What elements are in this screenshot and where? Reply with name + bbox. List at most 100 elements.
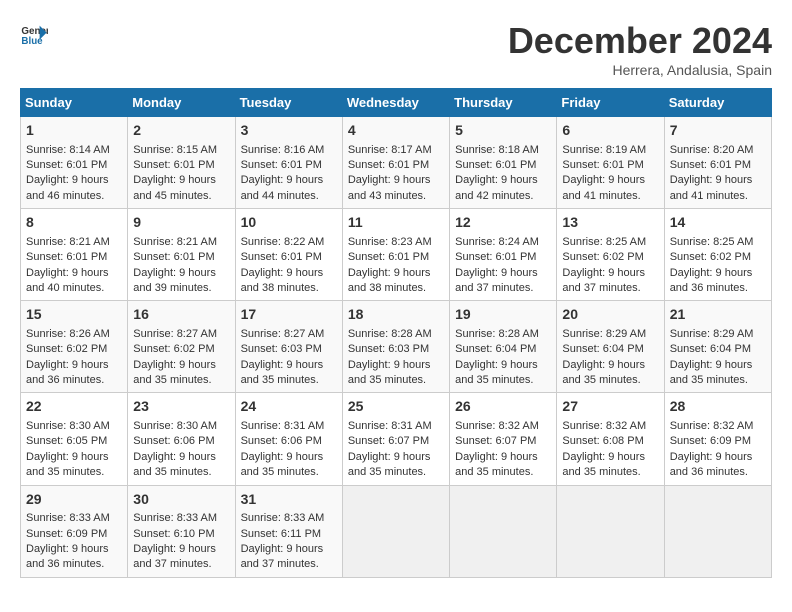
day-number: 18 (348, 305, 444, 325)
day-number: 17 (241, 305, 337, 325)
daylight-text: Daylight: 9 hours and 46 minutes. (26, 174, 109, 201)
daylight-text: Daylight: 9 hours and 38 minutes. (241, 267, 324, 294)
calendar-cell: 20 Sunrise: 8:29 AM Sunset: 6:04 PM Dayligh… (557, 301, 664, 393)
calendar-cell: 25Sunrise: 8:31 AMSunset: 6:07 PMDayligh… (342, 393, 449, 485)
daylight-text: Daylight: 9 hours and 35 minutes. (241, 359, 324, 386)
sunset-text: Sunset: 6:03 PM (241, 343, 322, 355)
page-subtitle: Herrera, Andalusia, Spain (508, 62, 772, 78)
daylight-text: Daylight: 9 hours and 37 minutes. (241, 543, 324, 570)
daylight-text: Daylight: 9 hours and 36 minutes. (670, 267, 753, 294)
day-number: 13 (562, 213, 658, 233)
day-number: 19 (455, 305, 551, 325)
sunrise-text: Sunrise: 8:22 AM (241, 236, 325, 248)
daylight-text: Daylight: 9 hours and 36 minutes. (670, 451, 753, 478)
sunrise-text: Sunrise: 8:14 AM (26, 144, 110, 156)
sunrise-text: Sunrise: 8:33 AM (133, 512, 217, 524)
calendar-week-row: 29Sunrise: 8:33 AMSunset: 6:09 PMDayligh… (21, 485, 772, 577)
calendar-cell: 2Sunrise: 8:15 AMSunset: 6:01 PMDaylight… (128, 117, 235, 209)
calendar-week-row: 1Sunrise: 8:14 AMSunset: 6:01 PMDaylight… (21, 117, 772, 209)
daylight-text: Daylight: 9 hours and 45 minutes. (133, 174, 216, 201)
sunrise-text: Sunrise: 8:27 AM (133, 328, 217, 340)
daylight-text: Daylight: 9 hours and 35 minutes. (241, 451, 324, 478)
day-number: 29 (26, 490, 122, 510)
sunrise-text: Sunrise: 8:28 AM (348, 328, 432, 340)
sunrise-text: Sunrise: 8:16 AM (241, 144, 325, 156)
day-number: 22 (26, 397, 122, 417)
daylight-text: Daylight: 9 hours and 36 minutes. (26, 543, 109, 570)
daylight-text: Daylight: 9 hours and 35 minutes. (133, 451, 216, 478)
day-number: 21 (670, 305, 766, 325)
sunrise-text: Sunrise: 8:21 AM (133, 236, 217, 248)
sunrise-text: Sunrise: 8:21 AM (26, 236, 110, 248)
sunset-text: Sunset: 6:01 PM (670, 159, 751, 171)
day-number: 12 (455, 213, 551, 233)
sunrise-text: Sunrise: 8:20 AM (670, 144, 754, 156)
day-number: 11 (348, 213, 444, 233)
daylight-text: Daylight: 9 hours and 35 minutes. (455, 359, 538, 386)
page-header: General Blue December 2024 Herrera, Anda… (20, 20, 772, 78)
calendar-cell: 28Sunrise: 8:32 AMSunset: 6:09 PMDayligh… (664, 393, 771, 485)
sunset-text: Sunset: 6:08 PM (562, 435, 643, 447)
sunset-text: Sunset: 6:07 PM (348, 435, 429, 447)
sunset-text: Sunset: 6:02 PM (562, 251, 643, 263)
sunrise-text: Sunrise: 8:33 AM (26, 512, 110, 524)
sunset-text: Sunset: 6:01 PM (562, 159, 643, 171)
header-friday: Friday (557, 89, 664, 117)
calendar-week-row: 15Sunrise: 8:26 AMSunset: 6:02 PMDayligh… (21, 301, 772, 393)
daylight-text: Daylight: 9 hours and 35 minutes. (455, 451, 538, 478)
sunset-text: Sunset: 6:01 PM (241, 251, 322, 263)
sunset-text: Sunset: 6:05 PM (26, 435, 107, 447)
day-number: 4 (348, 121, 444, 141)
daylight-text: Daylight: 9 hours and 41 minutes. (562, 174, 645, 201)
day-number: 28 (670, 397, 766, 417)
sunrise-text: Sunrise: 8:26 AM (26, 328, 110, 340)
sunset-text: Sunset: 6:01 PM (348, 251, 429, 263)
logo-icon: General Blue (20, 20, 48, 48)
day-number: 30 (133, 490, 229, 510)
day-number: 27 (562, 397, 658, 417)
page-title: December 2024 (508, 20, 772, 62)
sunrise-text: Sunrise: 8:31 AM (348, 420, 432, 432)
day-number: 25 (348, 397, 444, 417)
sunrise-text: Sunrise: 8:17 AM (348, 144, 432, 156)
calendar-table: SundayMondayTuesdayWednesdayThursdayFrid… (20, 88, 772, 578)
calendar-cell: 4Sunrise: 8:17 AMSunset: 6:01 PMDaylight… (342, 117, 449, 209)
daylight-text: Daylight: 9 hours and 37 minutes. (133, 543, 216, 570)
daylight-text: Daylight: 9 hours and 37 minutes. (562, 267, 645, 294)
day-number: 3 (241, 121, 337, 141)
sunrise-text: Sunrise: 8:32 AM (670, 420, 754, 432)
sunset-text: Sunset: 6:10 PM (133, 528, 214, 540)
sunrise-text: Sunrise: 8:30 AM (26, 420, 110, 432)
daylight-text: Daylight: 9 hours and 35 minutes. (133, 359, 216, 386)
sunset-text: Sunset: 6:11 PM (241, 528, 322, 540)
calendar-cell: 11Sunrise: 8:23 AMSunset: 6:01 PMDayligh… (342, 209, 449, 301)
title-section: December 2024 Herrera, Andalusia, Spain (508, 20, 772, 78)
sunset-text: Sunset: 6:01 PM (241, 159, 322, 171)
calendar-week-row: 22 Sunrise: 8:30 AM Sunset: 6:05 PM Dayligh… (21, 393, 772, 485)
sunrise-text: Sunrise: 8:15 AM (133, 144, 217, 156)
daylight-text: Daylight: 9 hours and 43 minutes. (348, 174, 431, 201)
calendar-cell: 8Sunrise: 8:21 AMSunset: 6:01 PMDaylight… (21, 209, 128, 301)
day-number: 26 (455, 397, 551, 417)
header-thursday: Thursday (450, 89, 557, 117)
day-number: 9 (133, 213, 229, 233)
sunrise-text: Sunrise: 8:29 AM (562, 328, 646, 340)
header-tuesday: Tuesday (235, 89, 342, 117)
day-number: 24 (241, 397, 337, 417)
calendar-header-row: SundayMondayTuesdayWednesdayThursdayFrid… (21, 89, 772, 117)
calendar-cell: 13Sunrise: 8:25 AMSunset: 6:02 PMDayligh… (557, 209, 664, 301)
calendar-cell: 16Sunrise: 8:27 AMSunset: 6:02 PMDayligh… (128, 301, 235, 393)
day-number: 7 (670, 121, 766, 141)
daylight-text: Daylight: 9 hours and 35 minutes. (348, 359, 431, 386)
sunrise-text: Sunrise: 8:30 AM (133, 420, 217, 432)
daylight-text: Daylight: 9 hours and 37 minutes. (455, 267, 538, 294)
calendar-cell: 27Sunrise: 8:32 AMSunset: 6:08 PMDayligh… (557, 393, 664, 485)
day-number: 20 (562, 305, 658, 325)
daylight-text: Daylight: 9 hours and 44 minutes. (241, 174, 324, 201)
calendar-cell (342, 485, 449, 577)
calendar-cell: 18Sunrise: 8:28 AMSunset: 6:03 PMDayligh… (342, 301, 449, 393)
calendar-cell: 29Sunrise: 8:33 AMSunset: 6:09 PMDayligh… (21, 485, 128, 577)
sunset-text: Sunset: 6:04 PM (562, 343, 643, 355)
header-saturday: Saturday (664, 89, 771, 117)
daylight-text: Daylight: 9 hours and 35 minutes. (562, 359, 645, 386)
